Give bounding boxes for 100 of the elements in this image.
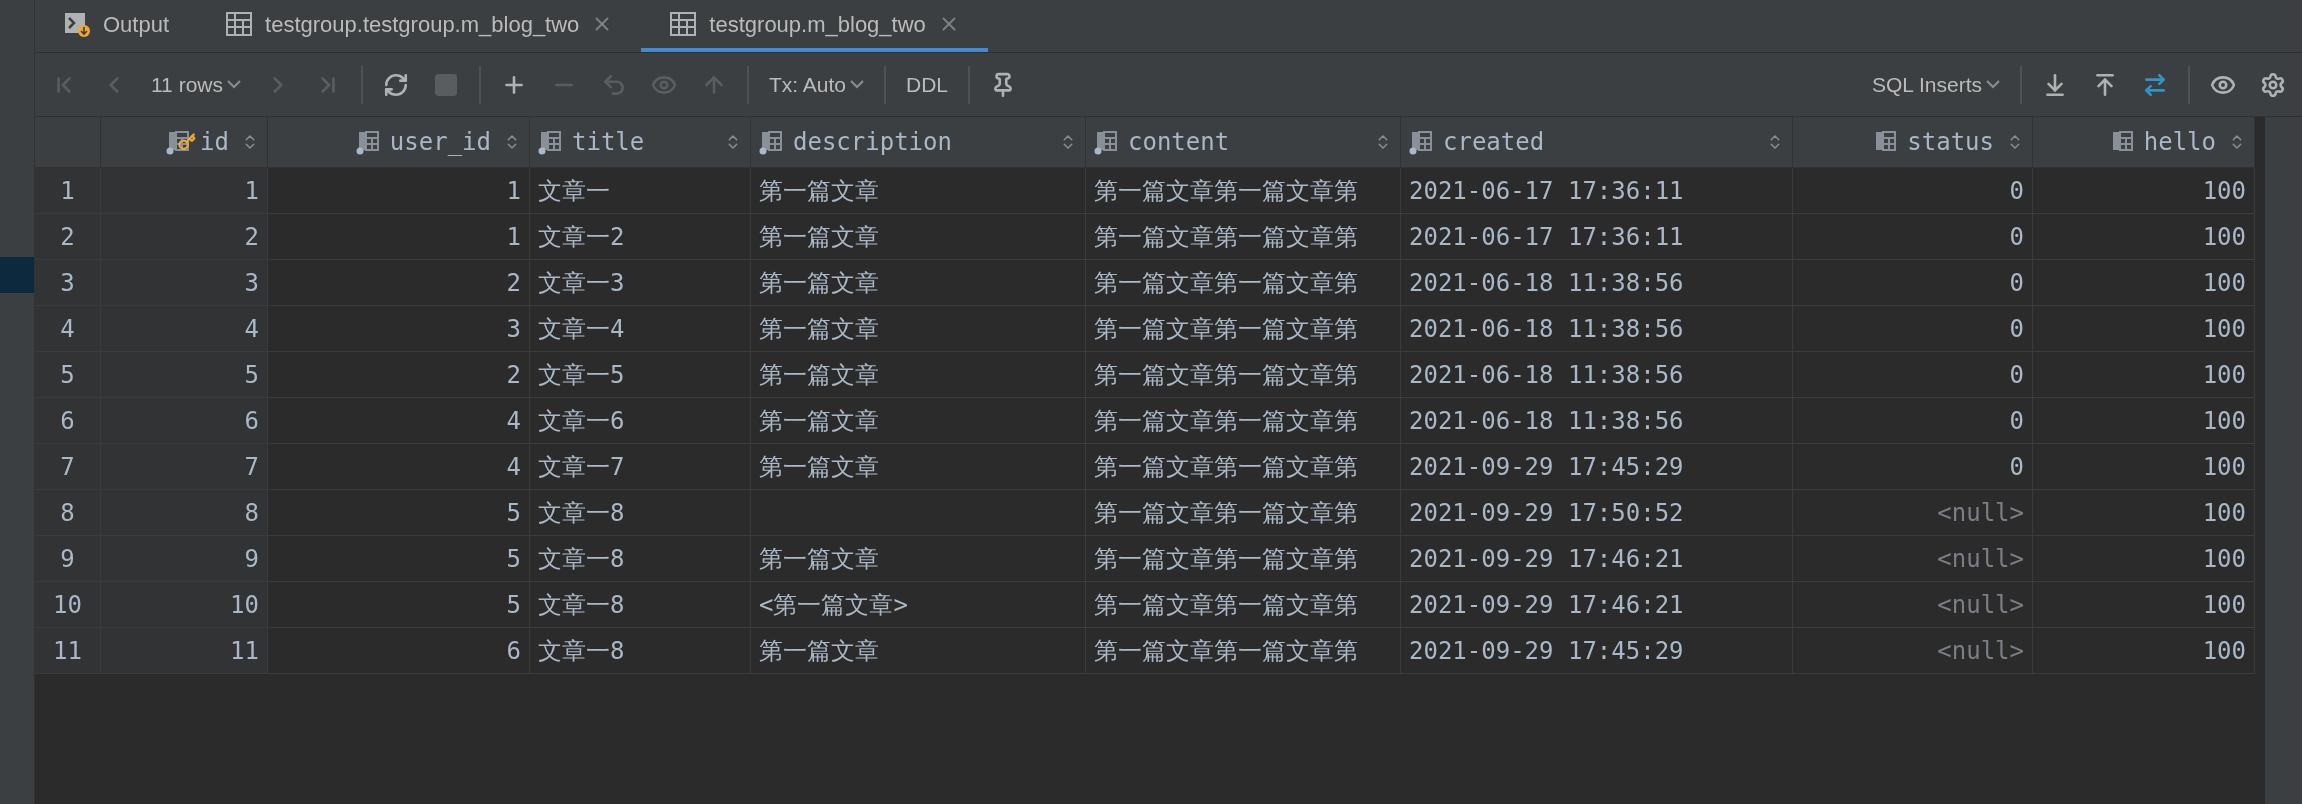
- table-cell-text: 2021-06-17 17:36:11: [1409, 221, 1684, 253]
- column-header[interactable]: id: [101, 117, 268, 167]
- column-name: status: [1907, 127, 1994, 158]
- table-cell-text: 文章一8: [538, 635, 625, 667]
- table-cell-text: 第一篇文章第一篇文章第: [1094, 589, 1358, 621]
- table-cell-text: 100: [2202, 221, 2246, 253]
- column-header[interactable]: content: [1086, 117, 1401, 167]
- table-cell-text: 第一篇文章: [759, 221, 879, 253]
- table-cell-text: 100: [2202, 589, 2246, 621]
- table-cell-text: 0: [2009, 267, 2024, 299]
- column-header[interactable]: status: [1793, 117, 2033, 167]
- table-cell-text: 第一篇文章: [759, 359, 879, 391]
- row-number: 2: [35, 214, 101, 259]
- column-name: content: [1128, 127, 1230, 158]
- table-cell-text: 第一篇文章第一篇文章第: [1094, 359, 1358, 391]
- table-cell-text: 4: [506, 405, 521, 437]
- column-header[interactable]: description: [751, 117, 1086, 167]
- row-number: 7: [35, 444, 101, 489]
- table-cell-text: 4: [506, 451, 521, 483]
- table-cell-text: 100: [2202, 635, 2246, 667]
- column-name: id: [200, 127, 229, 158]
- table-cell-text: 2021-06-18 11:38:56: [1409, 359, 1684, 391]
- table-cell-text: 6: [244, 405, 259, 437]
- tab-label: testgroup.m_blog_two: [709, 10, 926, 39]
- table-column-icon: [1409, 129, 1435, 155]
- table-cell-text: 5: [506, 497, 521, 529]
- table-cell-text: 第一篇文章: [759, 175, 879, 207]
- table-cell-text: 第一篇文章第一篇文章第: [1094, 405, 1358, 437]
- table-cell-text: 100: [2202, 543, 2246, 575]
- terminal-icon: [63, 10, 91, 38]
- row-number: 10: [35, 582, 101, 627]
- table-cell-text: 2021-09-29 17:45:29: [1409, 635, 1684, 667]
- table-cell-text: 2021-09-29 17:45:29: [1409, 451, 1684, 483]
- table-cell-text: 100: [2202, 267, 2246, 299]
- row-number: 4: [35, 306, 101, 351]
- table-column-icon: [355, 129, 382, 155]
- table-cell-text: 第一篇文章第一篇文章第: [1094, 451, 1358, 483]
- table-cell-text: 文章一5: [538, 359, 625, 391]
- tab-label: testgroup.testgroup.m_blog_two: [265, 10, 580, 39]
- table-cell-text: 11: [230, 635, 259, 667]
- table-cell-text: <null>: [1937, 589, 2024, 621]
- table-cell-text: 2: [244, 221, 259, 253]
- caret-icon: [227, 80, 241, 89]
- dropdown-button[interactable]: 11 rows: [139, 62, 253, 107]
- table-cell-text: 第一篇文章: [759, 543, 879, 575]
- table-cell-text: 2021-09-29 17:46:21: [1409, 589, 1684, 621]
- table-cell-text: 文章一7: [538, 451, 625, 483]
- table-cell-text: 100: [2202, 497, 2246, 529]
- table-cell-text: 2021-09-29 17:50:52: [1409, 497, 1684, 529]
- selected-item-highlight: [0, 257, 34, 293]
- editor-tab[interactable]: testgroup.testgroup.m_blog_two: [197, 0, 642, 52]
- row-number: 5: [35, 352, 101, 397]
- table-cell-text: 第一篇文章: [759, 313, 879, 345]
- table-cell-text: 5: [506, 589, 521, 621]
- table-cell-text: 2021-06-18 11:38:56: [1409, 267, 1684, 299]
- table-column-icon: [538, 129, 564, 155]
- table-cell-text: 第一篇文章: [759, 405, 879, 437]
- table-cell-text: 第一篇文章第一篇文章第: [1094, 175, 1358, 207]
- table-cell-text: <null>: [1937, 635, 2024, 667]
- table-cell-text: 0: [2009, 313, 2024, 345]
- ddl-button[interactable]: DDL: [894, 62, 961, 107]
- table-cell-text: <第一篇文章>: [759, 589, 908, 621]
- table-cell-text: 2021-09-29 17:46:21: [1409, 543, 1684, 575]
- table-cell-text: 3: [244, 267, 259, 299]
- table-cell-text: 5: [506, 543, 521, 575]
- table-cell-text: 0: [2009, 359, 2024, 391]
- table-cell-text: 0: [2009, 451, 2024, 483]
- table-cell-text: 第一篇文章第一篇文章第: [1094, 221, 1358, 253]
- table-cell-text: 7: [244, 451, 259, 483]
- dropdown-button[interactable]: Tx: Auto: [757, 62, 877, 107]
- column-header[interactable]: title: [530, 117, 751, 167]
- row-number: 1: [35, 168, 101, 213]
- column-header[interactable]: hello: [2033, 117, 2255, 167]
- table-cell-text: 文章一4: [538, 313, 625, 345]
- column-header[interactable]: user_id: [268, 117, 530, 167]
- row-number: 11: [35, 628, 101, 673]
- editor-tab[interactable]: Output: [35, 0, 198, 52]
- table-cell-text: 第一篇文章第一篇文章第: [1094, 543, 1358, 575]
- table-column-icon: [1094, 129, 1120, 155]
- table-cell-text: 1: [244, 175, 259, 207]
- row-number: 6: [35, 398, 101, 443]
- column-header[interactable]: created: [1401, 117, 1793, 167]
- dropdown-button[interactable]: SQL Inserts: [1859, 62, 2012, 107]
- table-cell-text: 100: [2202, 175, 2246, 207]
- table-cell-text: 文章一: [538, 175, 610, 207]
- row-number: 8: [35, 490, 101, 535]
- table-cell-text: 0: [2009, 221, 2024, 253]
- table-cell-text: 文章一2: [538, 221, 625, 253]
- table-column-icon: [759, 129, 785, 155]
- table-cell-text: 第一篇文章: [759, 635, 879, 667]
- table-icon: [669, 11, 698, 37]
- column-name: title: [572, 127, 645, 158]
- table-cell-text: 文章一8: [538, 543, 625, 575]
- table-cell-text: 0: [2009, 175, 2024, 207]
- table-cell-text: 第一篇文章第一篇文章第: [1094, 497, 1358, 529]
- table-cell-text: 8: [244, 497, 259, 529]
- table-cell-text: 第一篇文章: [759, 267, 879, 299]
- table-cell-text: 9: [244, 543, 259, 575]
- column-name: description: [793, 127, 952, 158]
- column-name: hello: [2143, 127, 2216, 158]
